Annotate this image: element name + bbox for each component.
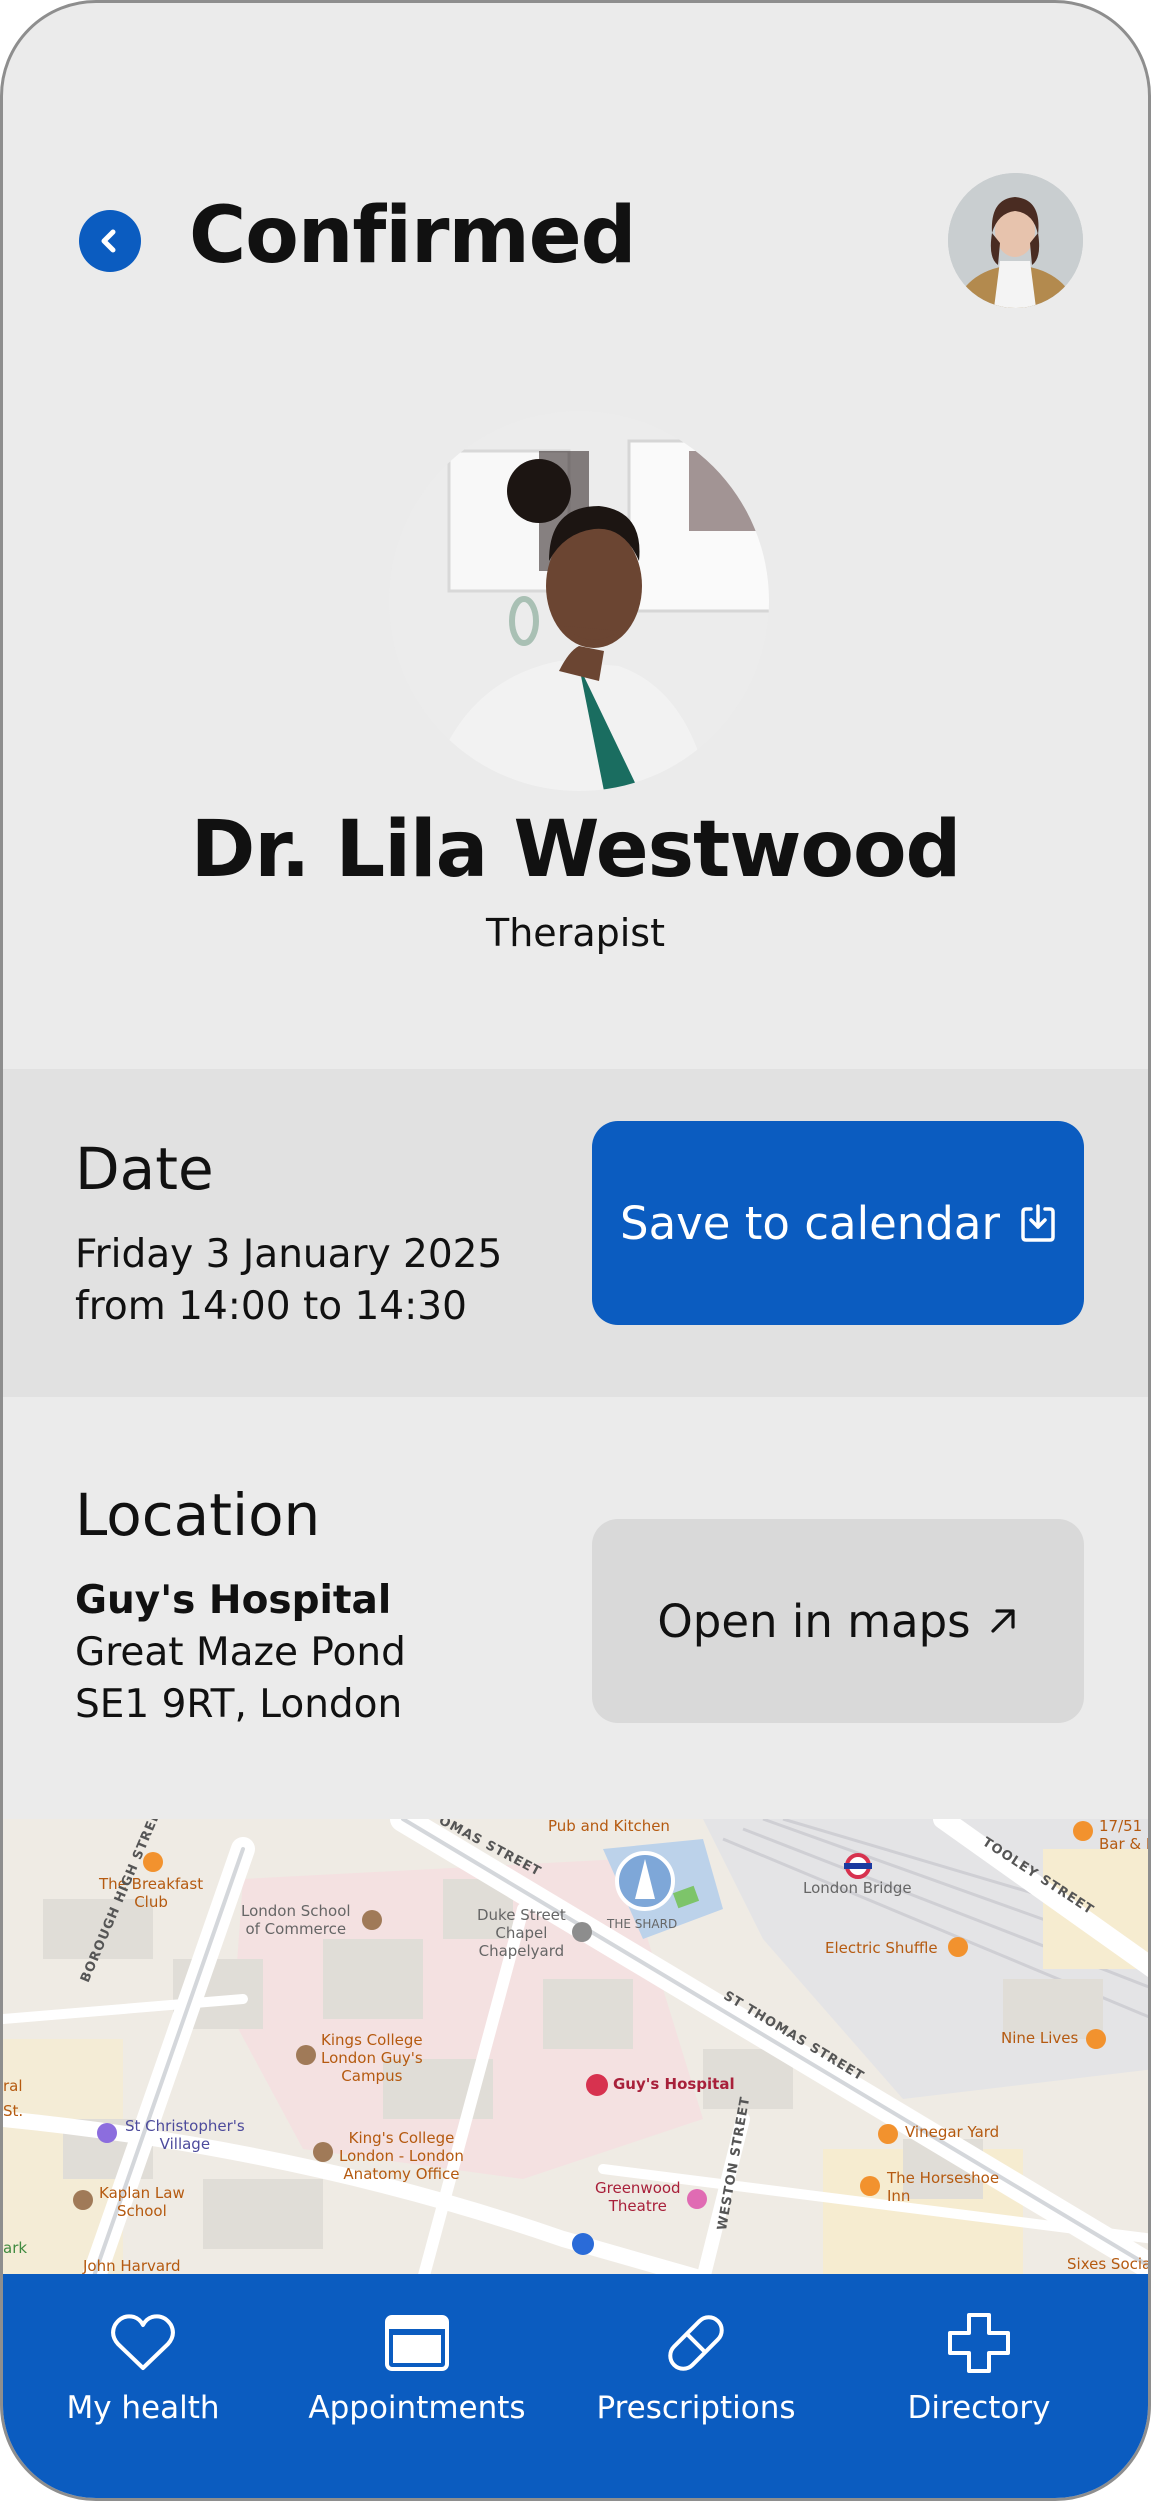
plus-cross-icon [948,2313,1010,2373]
save-to-calendar-label: Save to calendar [620,1196,1000,1250]
back-button[interactable] [79,210,141,272]
nav-label: My health [66,2390,220,2426]
location-address: Guy's Hospital Great Maze Pond SE1 9RT, … [75,1575,406,1731]
open-in-maps-label: Open in maps [657,1594,971,1648]
map-label: Vinegar Yard [905,2123,1000,2141]
pill-icon [668,2315,724,2371]
calendar-window-icon [385,2315,449,2371]
map-label: ark [3,2239,28,2257]
nav-item-prescriptions[interactable]: Prescriptions [576,2312,816,2426]
nav-item-directory[interactable]: Directory [859,2312,1099,2426]
arrow-up-right-icon [991,1609,1015,1633]
nav-item-appointments[interactable]: Appointments [297,2312,537,2426]
page-title: Confirmed [189,191,637,281]
map-label: London Bridge [803,1879,912,1897]
map-label: 17/51 D Bar & K [1099,1819,1148,1853]
save-to-calendar-button[interactable]: Save to calendar [592,1121,1084,1325]
map-label: Electric Shuffle [825,1939,938,1957]
map-label: King's College London - London Anatomy O… [339,2129,464,2183]
address-line-2: SE1 9RT, London [75,1682,403,1727]
location-map[interactable]: Pub and Kitchen The Breakfast Club Londo… [3,1819,1148,2279]
nav-item-my-health[interactable]: My health [23,2312,263,2426]
location-heading: Location [75,1481,321,1549]
doctor-role: Therapist [486,911,665,955]
chevron-left-icon [101,229,116,253]
doctor-photo-image [389,411,769,791]
date-line: Friday 3 January 2025 [75,1232,503,1277]
map-label: St. [3,2102,24,2120]
map-label: London School of Commerce [241,1902,351,1938]
bottom-navigation: My health Appointments Prescriptions Dir… [3,2274,1148,2498]
nav-label: Appointments [308,2390,526,2426]
date-section: Date Friday 3 January 2025 from 14:00 to… [3,1069,1148,1397]
calendar-download-icon [1021,1204,1055,1242]
location-name: Guy's Hospital [75,1578,392,1623]
location-section: Location Guy's Hospital Great Maze Pond … [3,1397,1148,1819]
time-line: from 14:00 to 14:30 [75,1284,467,1329]
header: Confirmed [3,3,1148,308]
map-label: Greenwood Theatre [595,2179,681,2215]
date-text: Friday 3 January 2025 from 14:00 to 14:3… [75,1229,502,1333]
map-label: Kaplan Law School [99,2184,185,2220]
doctor-photo [389,411,769,791]
nav-label: Prescriptions [596,2390,796,2426]
map-label: Sixes Socia [1067,2255,1148,2273]
map-label: Nine Lives [1001,2029,1079,2047]
phone-frame: Confirmed Dr. Lila Westwood Therapist Da… [0,0,1151,2501]
map-label: Guy's Hospital [613,2075,735,2093]
map-label: ral [3,2077,23,2095]
heart-icon [111,2314,175,2370]
map-label: Pub and Kitchen [548,1819,670,1835]
address-line-1: Great Maze Pond [75,1630,406,1675]
map-label: Duke Street Chapel Chapelyard [477,1906,566,1960]
open-in-maps-button[interactable]: Open in maps [592,1519,1084,1723]
user-avatar[interactable] [948,173,1083,308]
doctor-name: Dr. Lila Westwood [190,805,962,895]
user-avatar-image [948,173,1083,308]
map-label: John Harvard [83,2257,181,2275]
date-heading: Date [75,1135,214,1203]
map-label: THE SHARD [607,1917,678,1931]
map-label: Kings College London Guy's Campus [321,2031,423,2085]
map-label: St Christopher's Village [125,2117,245,2153]
nav-label: Directory [907,2390,1051,2426]
map-label: The Horseshoe Inn [887,2169,1000,2205]
